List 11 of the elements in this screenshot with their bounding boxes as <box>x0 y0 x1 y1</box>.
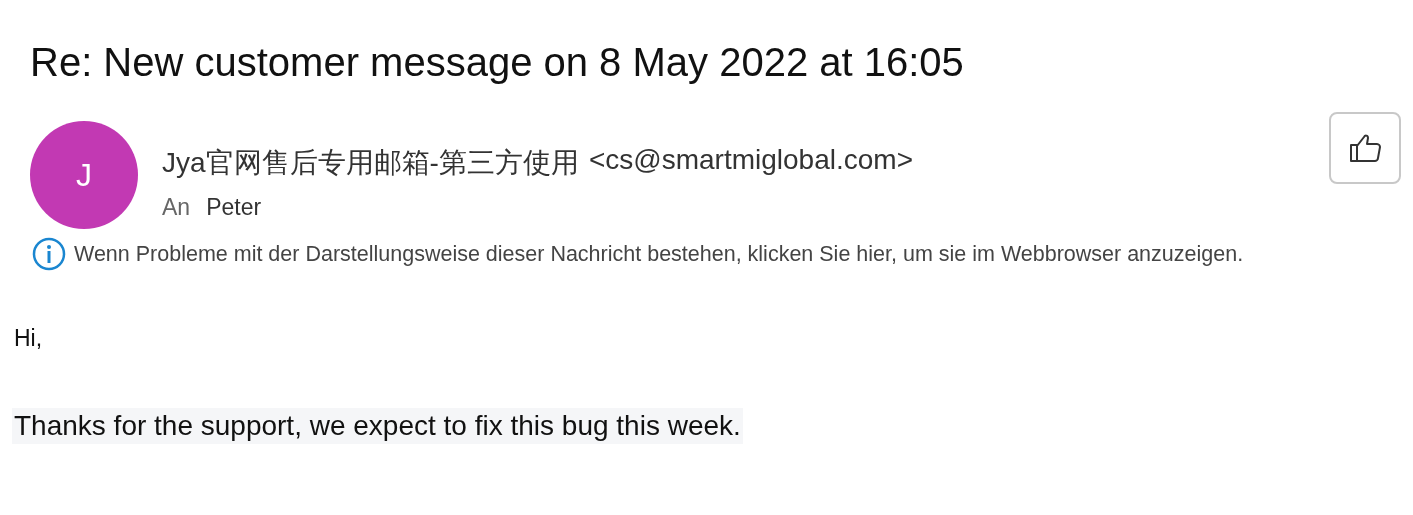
message-paragraph: Thanks for the support, we expect to fix this bug this week. <box>12 408 743 444</box>
sender-email: <cs@smartmiglobal.com> <box>588 144 913 177</box>
sender-avatar: J <box>30 121 138 229</box>
recipient-label: An <box>162 194 191 221</box>
recipient-name[interactable]: Peter <box>206 194 262 221</box>
sender-name: Jya官网售后专用邮箱-第三方使用 <box>162 146 579 180</box>
info-icon <box>32 237 66 271</box>
email-subject: Re: New customer message on 8 May 2022 at 16:05 <box>30 39 965 86</box>
message-paragraph: Hi, <box>13 324 44 353</box>
like-button[interactable] <box>1329 112 1401 184</box>
info-message[interactable]: Wenn Probleme mit der Darstellungsweise dieser Nachricht bestehen, klicken Sie hier, um sie im Webbrowser anzuzeigen. <box>74 241 1244 267</box>
